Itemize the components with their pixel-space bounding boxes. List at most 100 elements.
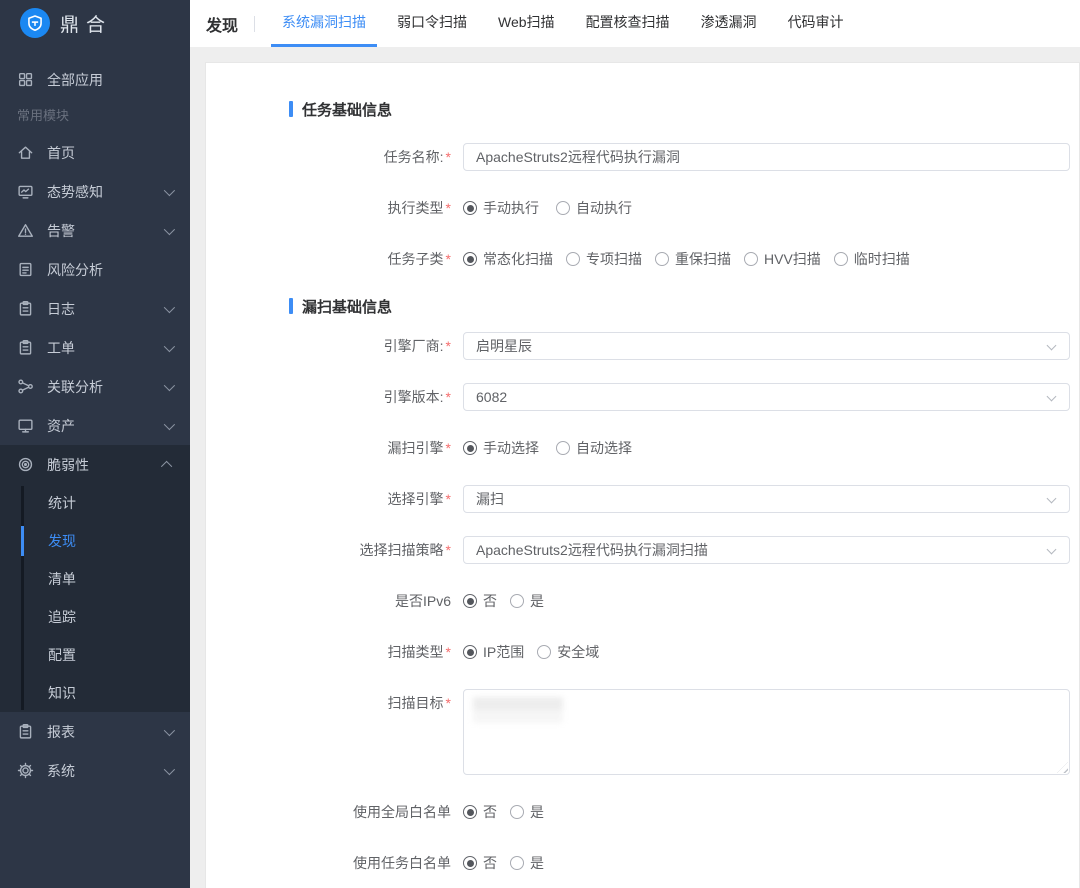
sidebar-item-alerts[interactable]: 告警 xyxy=(0,211,190,250)
engine-vendor-select[interactable]: 启明星辰 xyxy=(463,332,1070,360)
radio-temporary-scan[interactable]: 临时扫描 xyxy=(834,249,910,269)
radio-manual-select[interactable]: 手动选择 xyxy=(463,438,539,458)
radio-global-whitelist-no[interactable]: 否 xyxy=(463,802,497,822)
scan-target-textarea[interactable] xyxy=(463,689,1070,775)
radio-ip-range[interactable]: IP范围 xyxy=(463,642,524,662)
chevron-down-icon xyxy=(164,418,175,429)
resize-handle[interactable] xyxy=(1057,762,1068,773)
radio-global-whitelist-yes[interactable]: 是 xyxy=(510,802,544,822)
field-label: 扫描类型* xyxy=(289,638,451,666)
tab-web-scan[interactable]: Web扫描 xyxy=(487,0,566,47)
chevron-down-icon xyxy=(1047,494,1057,504)
form-row-global-whitelist: 使用全局白名单 否 是 xyxy=(289,798,1079,826)
scan-engine-mode-radio-group: 手动选择 自动选择 xyxy=(463,438,632,458)
field-label: 是否IPv6 xyxy=(289,587,451,615)
select-value: ApacheStruts2远程代码执行漏洞扫描 xyxy=(476,540,708,560)
sidebar-section-label: 常用模块 xyxy=(0,99,190,133)
submenu-item-statistics[interactable]: 统计 xyxy=(0,484,190,522)
sidebar-item-system[interactable]: 系统 xyxy=(0,751,190,790)
field-label: 任务子类* xyxy=(289,245,451,273)
sidebar-item-all-apps[interactable]: 全部应用 xyxy=(0,60,190,99)
tab-system-vuln-scan[interactable]: 系统漏洞扫描 xyxy=(271,0,377,47)
form-row-scan-engine-mode: 漏扫引擎* 手动选择 自动选择 xyxy=(289,434,1079,462)
radio-hvv-scan[interactable]: HVV扫描 xyxy=(744,249,821,269)
tab-penetration-vuln[interactable]: 渗透漏洞 xyxy=(690,0,768,47)
field-label: 选择扫描策略* xyxy=(289,536,451,564)
form-row-scan-policy: 选择扫描策略* ApacheStruts2远程代码执行漏洞扫描 xyxy=(289,536,1079,564)
workorder-clipboard-icon xyxy=(17,339,34,356)
tab-code-audit[interactable]: 代码审计 xyxy=(777,0,855,47)
radio-auto-exec[interactable]: 自动执行 xyxy=(556,198,632,218)
submenu-item-knowledge[interactable]: 知识 xyxy=(0,674,190,712)
page-title: 发现 xyxy=(206,12,238,36)
sidebar-item-label: 态势感知 xyxy=(47,182,164,202)
sidebar-item-reports[interactable]: 报表 xyxy=(0,712,190,751)
submenu-item-tracking[interactable]: 追踪 xyxy=(0,598,190,636)
submenu-item-inventory[interactable]: 清单 xyxy=(0,560,190,598)
sidebar-item-label: 脆弱性 xyxy=(47,455,164,475)
sidebar-item-correlation-analysis[interactable]: 关联分析 xyxy=(0,367,190,406)
radio-auto-select[interactable]: 自动选择 xyxy=(556,438,632,458)
required-asterisk: * xyxy=(446,251,451,267)
sidebar-item-risk-analysis[interactable]: 风险分析 xyxy=(0,250,190,289)
form-row-task-subtype: 任务子类* 常态化扫描 专项扫描 重保扫描 HVV扫描 临时扫描 xyxy=(289,245,1079,273)
select-value: 6082 xyxy=(476,389,507,405)
brand-logo[interactable]: 鼎合 xyxy=(0,0,190,46)
tab-weak-password-scan[interactable]: 弱口令扫描 xyxy=(386,0,478,47)
sidebar-item-vulnerability[interactable]: 脆弱性 xyxy=(0,445,190,484)
select-engine-select[interactable]: 漏扫 xyxy=(463,485,1070,513)
engine-version-select[interactable]: 6082 xyxy=(463,383,1070,411)
submenu-item-discovery[interactable]: 发现 xyxy=(0,522,190,560)
form-row-task-name: 任务名称:* xyxy=(289,143,1079,171)
required-asterisk: * xyxy=(446,440,451,456)
chevron-down-icon xyxy=(164,184,175,195)
radio-unselected-icon xyxy=(537,645,551,659)
submenu-item-configuration[interactable]: 配置 xyxy=(0,636,190,674)
risk-doc-icon xyxy=(17,261,34,278)
vulnerability-submenu: 统计 发现 清单 追踪 配置 知识 xyxy=(0,484,190,712)
scan-type-radio-group: IP范围 安全域 xyxy=(463,642,599,662)
radio-task-whitelist-no[interactable]: 否 xyxy=(463,853,497,873)
shield-icon xyxy=(20,8,50,38)
radio-special-scan[interactable]: 专项扫描 xyxy=(566,249,642,269)
form-row-select-engine: 选择引擎* 漏扫 xyxy=(289,485,1079,513)
radio-normalized-scan[interactable]: 常态化扫描 xyxy=(463,249,553,269)
sidebar-item-situation-awareness[interactable]: 态势感知 xyxy=(0,172,190,211)
top-header: 发现 系统漏洞扫描 弱口令扫描 Web扫描 配置核查扫描 渗透漏洞 代码审计 xyxy=(190,0,1080,47)
sidebar-item-logs[interactable]: 日志 xyxy=(0,289,190,328)
chevron-down-icon xyxy=(164,379,175,390)
task-subtype-radio-group: 常态化扫描 专项扫描 重保扫描 HVV扫描 临时扫描 xyxy=(463,249,910,269)
radio-key-protection-scan[interactable]: 重保扫描 xyxy=(655,249,731,269)
required-asterisk: * xyxy=(446,389,451,405)
task-whitelist-radio-group: 否 是 xyxy=(463,853,544,873)
radio-selected-icon xyxy=(463,252,477,266)
radio-ipv6-no[interactable]: 否 xyxy=(463,591,497,611)
radio-selected-icon xyxy=(463,594,477,608)
radio-task-whitelist-yes[interactable]: 是 xyxy=(510,853,544,873)
radio-ipv6-yes[interactable]: 是 xyxy=(510,591,544,611)
radio-manual-exec[interactable]: 手动执行 xyxy=(463,198,539,218)
radio-unselected-icon xyxy=(510,594,524,608)
exec-type-radio-group: 手动执行 自动执行 xyxy=(463,198,632,218)
form-row-scan-target: 扫描目标* xyxy=(289,689,1079,775)
chevron-down-icon xyxy=(1047,392,1057,402)
task-name-input[interactable] xyxy=(463,143,1070,171)
sidebar-item-home[interactable]: 首页 xyxy=(0,133,190,172)
sidebar-item-label: 首页 xyxy=(47,143,176,163)
form-row-scan-type: 扫描类型* IP范围 安全域 xyxy=(289,638,1079,666)
radio-selected-icon xyxy=(463,805,477,819)
scan-policy-select[interactable]: ApacheStruts2远程代码执行漏洞扫描 xyxy=(463,536,1070,564)
required-asterisk: * xyxy=(446,542,451,558)
chevron-down-icon xyxy=(164,223,175,234)
radio-selected-icon xyxy=(463,201,477,215)
sidebar-item-work-orders[interactable]: 工单 xyxy=(0,328,190,367)
sidebar-item-assets[interactable]: 资产 xyxy=(0,406,190,445)
alert-triangle-icon xyxy=(17,222,34,239)
radio-security-domain[interactable]: 安全域 xyxy=(537,642,599,662)
tab-config-check-scan[interactable]: 配置核查扫描 xyxy=(575,0,681,47)
field-label: 使用全局白名单 xyxy=(289,798,451,826)
radio-unselected-icon xyxy=(510,805,524,819)
correlation-icon xyxy=(17,378,34,395)
apps-grid-icon xyxy=(17,71,34,88)
form-card: 任务基础信息 任务名称:* 执行类型* 手动执行 自动执行 任务子类* 常态化扫… xyxy=(205,62,1080,888)
